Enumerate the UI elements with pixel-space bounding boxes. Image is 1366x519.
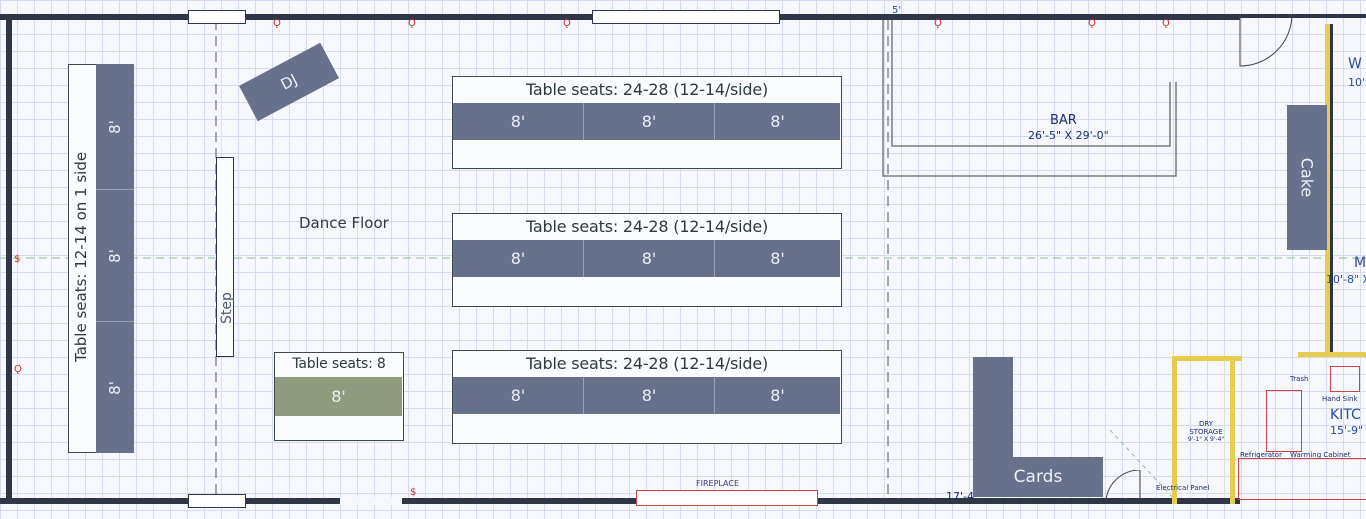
- cards-table: Cards: [973, 457, 1103, 497]
- kitchen-dim: 15'-9": [1330, 424, 1364, 437]
- segment-length: 8': [105, 119, 124, 134]
- kitchen-wall-yellow: [1172, 356, 1177, 504]
- door-swing-icon: [1239, 14, 1293, 67]
- electrical-panel-label: Electrical Panel: [1156, 484, 1210, 492]
- table-segment: 8': [583, 377, 714, 414]
- bar-dimensions: 26'-5" X 29'-0": [1028, 129, 1109, 142]
- segment-length: 8': [105, 380, 124, 395]
- banquet-table-3: Table seats: 24-28 (12-14/side) 8' 8' 8': [452, 350, 842, 444]
- kitchen-wall-yellow-top2: [1298, 352, 1366, 357]
- storage-wall-yellow: [1230, 356, 1235, 504]
- table-title: Table seats: 24-28 (12-14/side): [525, 217, 769, 236]
- kitchen-counter: [1266, 390, 1302, 452]
- dry-storage-label: DRY STORAGE: [1189, 420, 1223, 436]
- kitchen-appliances: [1238, 458, 1366, 500]
- fireplace: [636, 490, 818, 506]
- room-w-dim: 10': [1348, 76, 1366, 89]
- segment-length: 8': [105, 248, 124, 263]
- banquet-table-1: Table seats: 24-28 (12-14/side) 8' 8' 8': [452, 76, 842, 169]
- outlet-icon: Ǫ: [14, 364, 22, 375]
- outlet-icon: $: [14, 254, 21, 265]
- hand-sink-label: Hand Sink: [1322, 395, 1358, 403]
- kitchen-label: KITC: [1330, 407, 1361, 423]
- long-table-seg-2: 8': [96, 190, 134, 322]
- door-swing-icon: [1105, 470, 1141, 501]
- wall-left: [6, 14, 12, 504]
- bar-outline: [882, 20, 1177, 177]
- bar-label: BAR: [1050, 113, 1077, 128]
- dance-floor-label: Dance Floor: [299, 214, 389, 232]
- room-w-label: W: [1348, 56, 1362, 72]
- wall-bottom: [0, 498, 1240, 504]
- table-segment: 8': [453, 240, 583, 277]
- fireplace-label: FIREPLACE: [696, 479, 740, 488]
- small-table: Table seats: 8 8': [274, 352, 404, 441]
- step-label: Step: [219, 292, 235, 324]
- dj-label: DJ: [277, 70, 301, 94]
- banquet-table-2: Table seats: 24-28 (12-14/side) 8' 8' 8': [452, 213, 842, 307]
- table-segment: 8': [583, 103, 714, 140]
- outlet-icon: Ǫ: [408, 18, 416, 29]
- outlet-icon: $: [410, 487, 417, 498]
- table-segment: 8': [714, 377, 840, 414]
- long-table-title: Table seats: 12-14 on 1 side: [72, 151, 90, 363]
- table-segment: 8': [583, 240, 714, 277]
- table-segment: 8': [453, 103, 583, 140]
- room-me-dim: 10'-8" X: [1326, 273, 1366, 286]
- small-table-title: Table seats: 8: [292, 356, 386, 372]
- table-segment: 8': [714, 103, 840, 140]
- window-top-left: [188, 10, 246, 24]
- table-segment: 8': [714, 240, 840, 277]
- cake-table: Cake: [1287, 105, 1327, 250]
- outlet-icon: Ǫ: [563, 18, 571, 29]
- long-table-seg-3: 8': [96, 322, 134, 453]
- long-table-seg-1: 8': [96, 64, 134, 190]
- table-segment: 8': [453, 377, 583, 414]
- door-gap-bottom: [340, 497, 402, 505]
- outlet-icon: Ǫ: [273, 18, 281, 29]
- trash-label: Trash: [1290, 375, 1309, 383]
- window-bottom-left: [188, 494, 246, 508]
- room-me-label: ME: [1354, 255, 1366, 271]
- top-dimension: 5': [892, 5, 902, 16]
- window-top-middle: [592, 10, 780, 24]
- wall-right-inner: [1330, 24, 1333, 354]
- dry-storage-dim: 9'-1" X 9'-4": [1187, 436, 1225, 443]
- cards-label: Cards: [1013, 467, 1063, 487]
- small-table-segment: 8': [275, 377, 402, 416]
- table-title: Table seats: 24-28 (12-14/side): [525, 80, 769, 99]
- cards-table-vertical: [973, 357, 1013, 457]
- cake-label: Cake: [1297, 157, 1317, 198]
- sink-icon: [1330, 366, 1360, 392]
- table-title: Table seats: 24-28 (12-14/side): [525, 354, 769, 373]
